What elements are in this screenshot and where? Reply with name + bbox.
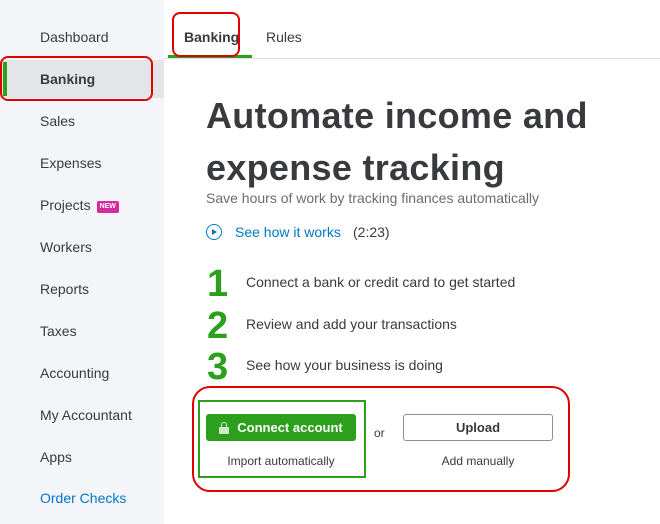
import-automatically-caption: Import automatically (227, 454, 335, 468)
sidebar-item-label: Accounting (40, 365, 110, 381)
sidebar-item-expenses[interactable]: Expenses (0, 144, 164, 182)
sidebar-item-label: Sales (40, 113, 76, 129)
sidebar-item-label: Taxes (40, 323, 77, 339)
sidebar-item-workers[interactable]: Workers (0, 228, 164, 266)
sidebar-item-label: Workers (40, 239, 92, 255)
play-circle-icon[interactable] (206, 224, 222, 240)
page-title: Automate income and expense tracking (206, 90, 646, 194)
sidebar-item-sales[interactable]: Sales (0, 102, 164, 140)
step-number-1: 1 (207, 263, 229, 305)
sidebar-item-label: Order Checks (40, 490, 127, 506)
see-how-it-works-link[interactable]: See how it works (235, 224, 341, 240)
page-title-line-2: expense tracking (206, 147, 505, 188)
sidebar-item-banking[interactable]: Banking (0, 60, 164, 98)
new-badge: NEW (96, 201, 119, 213)
step-text-1: Connect a bank or credit card to get sta… (246, 274, 516, 290)
sidebar-item-my-accountant[interactable]: My Accountant (0, 396, 164, 434)
or-separator: or (374, 426, 385, 440)
tab-rules[interactable]: Rules (266, 0, 302, 58)
sidebar-item-projects[interactable]: Projects NEW (0, 186, 164, 224)
sidebar-item-order-checks[interactable]: Order Checks (0, 479, 164, 517)
step-number-2: 2 (207, 305, 229, 347)
connect-account-label: Connect account (237, 420, 343, 435)
lock-icon (219, 421, 230, 434)
step-text-3: See how your business is doing (246, 357, 443, 373)
sidebar-item-apps[interactable]: Apps (0, 438, 164, 476)
video-duration: (2:23) (353, 224, 390, 240)
add-manually-caption: Add manually (441, 454, 515, 468)
tab-label: Banking (184, 29, 240, 45)
sidebar-item-reports[interactable]: Reports (0, 270, 164, 308)
sidebar-nav: Dashboard Banking Sales Expenses Project… (0, 0, 164, 524)
page-subtitle: Save hours of work by tracking finances … (206, 190, 540, 206)
step-number-3: 3 (207, 346, 229, 388)
tab-banking[interactable]: Banking (184, 0, 239, 58)
sidebar-item-taxes[interactable]: Taxes (0, 312, 164, 350)
sidebar-item-dashboard[interactable]: Dashboard (0, 18, 164, 56)
tab-label: Rules (266, 29, 302, 45)
connect-account-button[interactable]: Connect account (206, 414, 356, 441)
active-tab-indicator (168, 55, 252, 58)
sidebar-item-label: Projects (40, 197, 91, 213)
sidebar-item-label: Dashboard (40, 29, 109, 45)
sidebar-item-label: Banking (40, 71, 96, 87)
sidebar-item-label: Reports (40, 281, 90, 297)
upload-button[interactable]: Upload (403, 414, 553, 441)
page-title-line-1: Automate income and (206, 95, 588, 136)
sidebar-item-accounting[interactable]: Accounting (0, 354, 164, 392)
sidebar-item-label: My Accountant (40, 407, 132, 423)
sidebar-item-label: Expenses (40, 155, 102, 171)
sidebar-item-label: Apps (40, 449, 72, 465)
step-text-2: Review and add your transactions (246, 316, 457, 332)
